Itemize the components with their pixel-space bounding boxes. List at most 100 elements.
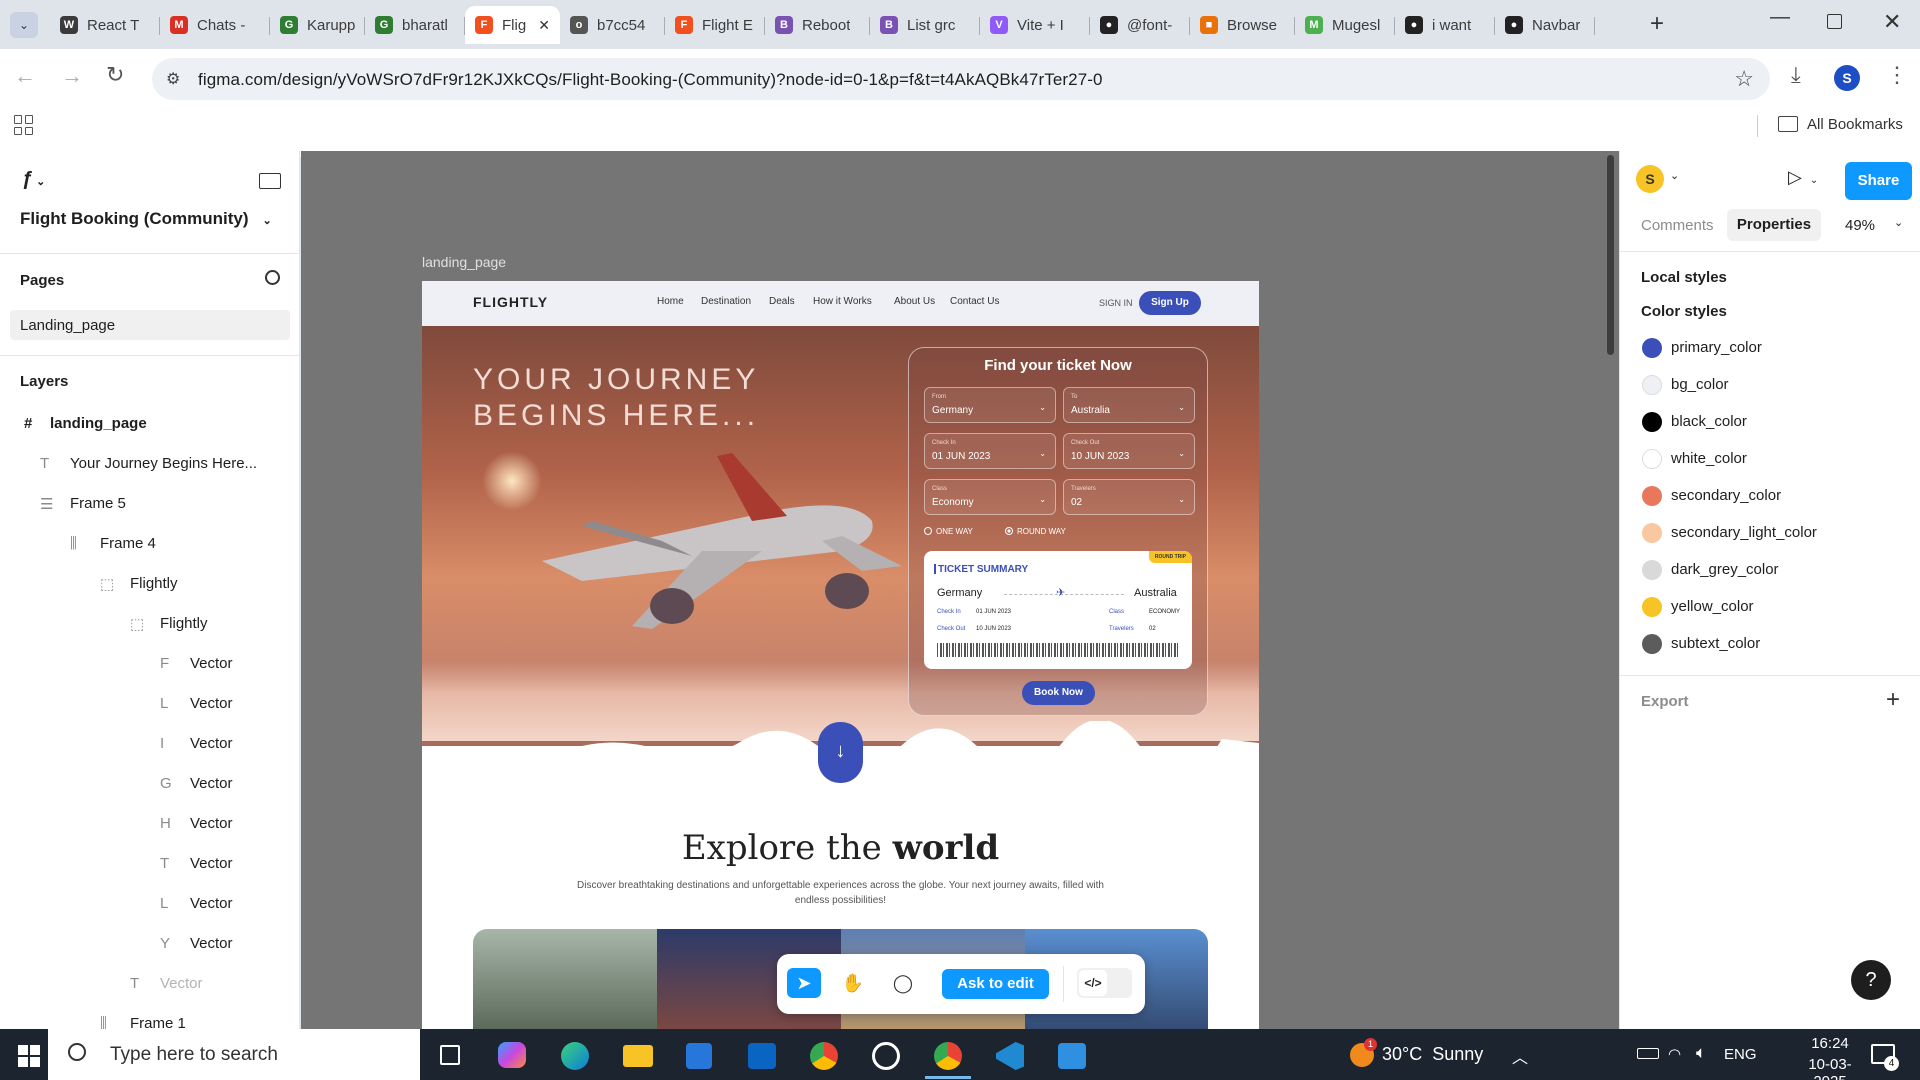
minimize-button[interactable]: —	[1770, 6, 1790, 29]
layer-row[interactable]: ⫼ Frame 4	[0, 527, 299, 563]
menu-kebab-icon[interactable]: ⋮	[1886, 62, 1908, 88]
task-view-icon[interactable]	[440, 1045, 460, 1065]
layer-row[interactable]: T Your Journey Begins Here...	[0, 447, 299, 483]
check-out-field[interactable]: Check Out 10 JUN 2023 ⌄	[1063, 433, 1195, 469]
browser-tab[interactable]: M Chats -	[160, 6, 270, 44]
zoom-level[interactable]: 49%	[1845, 217, 1875, 234]
site-nav-link[interactable]: About Us	[894, 296, 935, 307]
layer-row[interactable]: F Vector	[0, 647, 299, 683]
browser-tab[interactable]: V Vite + I	[980, 6, 1090, 44]
maximize-button[interactable]	[1827, 14, 1842, 29]
file-explorer-icon[interactable]	[623, 1045, 653, 1067]
one-way-radio[interactable]: ONE WAY	[924, 527, 973, 536]
share-button[interactable]: Share	[1845, 162, 1912, 200]
sign-up-button[interactable]: Sign Up	[1139, 291, 1201, 315]
scroll-down-button[interactable]: ↓	[818, 722, 863, 783]
chatgpt-icon[interactable]	[872, 1042, 900, 1070]
chevron-down-icon[interactable]: ⌄	[1670, 169, 1679, 182]
tray-chevron-icon[interactable]: ︿	[1512, 1044, 1528, 1068]
hand-tool-icon[interactable]: ✋	[836, 968, 870, 998]
layer-row[interactable]: L Vector	[0, 887, 299, 923]
move-tool-icon[interactable]: ➤	[787, 968, 821, 998]
reload-icon[interactable]: ↻	[106, 62, 124, 88]
layer-row[interactable]: T Vector	[0, 967, 299, 1003]
volume-icon[interactable]: 🔈︎	[1696, 1043, 1706, 1063]
layer-row[interactable]: Y Vector	[0, 927, 299, 963]
chrome-active-icon[interactable]	[934, 1042, 962, 1070]
site-nav-link[interactable]: Home	[657, 296, 684, 307]
copilot-icon[interactable]	[498, 1042, 526, 1068]
battery-icon[interactable]	[1637, 1048, 1659, 1059]
color-style-item[interactable]: dark_grey_color	[1620, 555, 1920, 585]
edge-icon[interactable]	[561, 1042, 589, 1070]
taskbar-search-box[interactable]: Type here to search	[48, 1029, 420, 1080]
browser-tab[interactable]: ■ Browse	[1190, 6, 1295, 44]
forward-icon[interactable]: →	[61, 63, 83, 89]
bookmark-star-icon[interactable]: ☆	[1734, 66, 1754, 92]
weather-text[interactable]: 30°C Sunny	[1382, 1044, 1483, 1065]
all-bookmarks-button[interactable]: All Bookmarks	[1807, 116, 1903, 133]
sign-in-link[interactable]: SIGN IN	[1099, 298, 1133, 308]
help-button[interactable]: ?	[1851, 960, 1891, 1000]
class-field[interactable]: Class Economy ⌄	[924, 479, 1056, 515]
canvas-scrollbar[interactable]	[1607, 155, 1614, 355]
round-way-radio[interactable]: ROUND WAY	[1005, 527, 1066, 536]
browser-tab[interactable]: G Karupp	[270, 6, 365, 44]
chrome-icon[interactable]	[810, 1042, 838, 1070]
vscode-icon[interactable]	[996, 1042, 1024, 1070]
new-tab-button[interactable]: +	[1650, 10, 1664, 38]
clock-time[interactable]: 16:24	[1792, 1035, 1868, 1052]
color-style-item[interactable]: subtext_color	[1620, 629, 1920, 659]
tab-comments[interactable]: Comments	[1641, 217, 1714, 234]
layer-row[interactable]: ⫼ Frame 1	[0, 1007, 299, 1029]
site-nav-link[interactable]: How it Works	[813, 296, 872, 307]
address-bar[interactable]: ⚙ figma.com/design/yVoWSrO7dFr9r12KJXkCQ…	[152, 58, 1770, 100]
color-style-item[interactable]: bg_color	[1620, 370, 1920, 400]
layer-row[interactable]: G Vector	[0, 767, 299, 803]
check-in-field[interactable]: Check In 01 JUN 2023 ⌄	[924, 433, 1056, 469]
color-style-item[interactable]: yellow_color	[1620, 592, 1920, 622]
to-field[interactable]: To Australia ⌄	[1063, 387, 1195, 423]
site-nav-link[interactable]: Destination	[701, 296, 751, 307]
site-nav-link[interactable]: Deals	[769, 296, 795, 307]
layer-row[interactable]: I Vector	[0, 727, 299, 763]
browser-tab[interactable]: ● @font-	[1090, 6, 1190, 44]
browser-tab[interactable]: M Mugesl	[1295, 6, 1395, 44]
browser-tab[interactable]: ● i want	[1395, 6, 1495, 44]
tab-properties[interactable]: Properties	[1727, 209, 1821, 241]
site-nav-link[interactable]: Contact Us	[950, 296, 999, 307]
wifi-icon[interactable]: ◠	[1668, 1045, 1681, 1063]
frame-label[interactable]: landing_page	[422, 254, 506, 270]
back-icon[interactable]: ←	[14, 63, 36, 89]
add-export-icon[interactable]: +	[1886, 686, 1900, 714]
layer-row[interactable]: T Vector	[0, 847, 299, 883]
layer-row[interactable]: ⬚ Flightly	[0, 567, 299, 603]
user-avatar[interactable]: S	[1636, 165, 1664, 193]
figma-canvas[interactable]: landing_page FLIGHTLY Home Destination Dea…	[301, 151, 1619, 1029]
browser-tab[interactable]: F Flight E	[665, 6, 765, 44]
tab-search-button[interactable]: ⌄	[10, 12, 38, 38]
search-icon[interactable]	[265, 270, 280, 285]
color-style-item[interactable]: secondary_color	[1620, 481, 1920, 511]
figma-main-menu-icon[interactable]: ƒ ⌄	[22, 168, 45, 191]
close-window-button[interactable]: ✕	[1883, 9, 1901, 35]
apps-grid-icon[interactable]	[14, 115, 34, 135]
outlook-icon[interactable]	[748, 1043, 776, 1069]
file-name[interactable]: Flight Booking (Community) ⌄	[20, 209, 272, 229]
browser-tab[interactable]: B List grc	[870, 6, 980, 44]
browser-tab[interactable]: o b7cc54	[560, 6, 665, 44]
site-info-icon[interactable]: ⚙	[166, 69, 180, 89]
layer-row[interactable]: L Vector	[0, 687, 299, 723]
color-style-item[interactable]: black_color	[1620, 407, 1920, 437]
comment-tool-icon[interactable]: ◯	[886, 968, 920, 998]
browser-tab[interactable]: F Flig ✕	[465, 6, 560, 44]
present-play-icon[interactable]: ▷ ⌄	[1788, 167, 1818, 188]
travelers-field[interactable]: Travelers 02 ⌄	[1063, 479, 1195, 515]
browser-tab[interactable]: W React T	[50, 6, 160, 44]
layer-row[interactable]: ☰ Frame 5	[0, 487, 299, 523]
layer-row[interactable]: ⬚ Flightly	[0, 607, 299, 643]
page-item-landing[interactable]: Landing_page	[10, 310, 290, 340]
panel-toggle-icon[interactable]	[259, 173, 281, 189]
layer-row[interactable]: # landing_page	[0, 407, 299, 443]
browser-tab[interactable]: B Reboot	[765, 6, 870, 44]
